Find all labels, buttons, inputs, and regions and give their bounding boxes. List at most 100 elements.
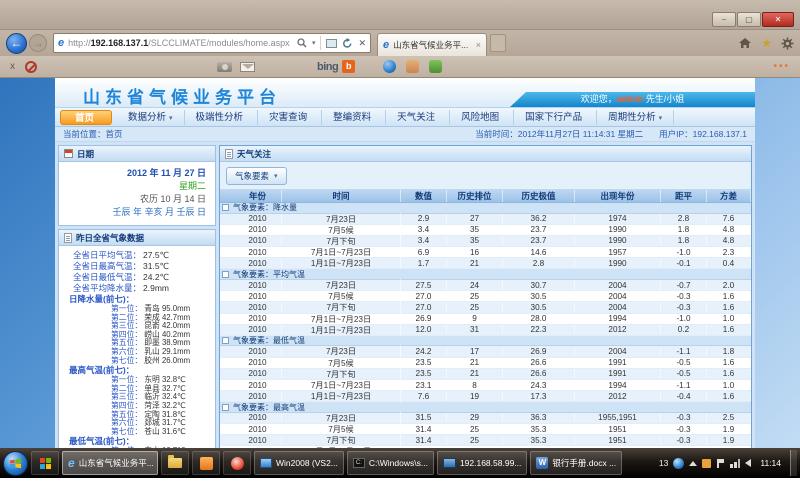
menu-item[interactable]: 整编资料	[322, 110, 386, 125]
taskbar-red-app-button[interactable]	[223, 451, 251, 475]
taskbar-orange-app-button[interactable]	[192, 451, 220, 475]
cell-history-rank: 35	[447, 225, 503, 234]
cell-anomaly: 1.8	[661, 225, 707, 234]
taskbar-explorer-button[interactable]	[161, 451, 189, 475]
menu-item[interactable]: 首页	[60, 110, 112, 125]
maximize-button[interactable]: ▢	[737, 12, 761, 27]
cell-value: 2.9	[401, 214, 447, 223]
cell-variance: 1.6	[707, 325, 751, 334]
cell-history-rank: 21	[447, 369, 503, 378]
element-select-button[interactable]: 气象要素 ▾	[226, 167, 287, 185]
column-header[interactable]: 历史排位	[447, 190, 503, 202]
tray-network-icon[interactable]	[730, 459, 740, 468]
blocked-icon[interactable]	[25, 61, 37, 73]
collapse-icon[interactable]	[222, 404, 229, 411]
new-tab-button[interactable]	[490, 34, 506, 52]
column-header[interactable]: 数值	[401, 190, 447, 202]
forward-button[interactable]: →	[29, 34, 47, 52]
menu-item[interactable]: 天气关注	[386, 110, 450, 125]
menu-item-label: 国家下行产品	[525, 112, 582, 123]
cell-time: 7月23日	[282, 412, 401, 424]
close-sidebar-icon[interactable]: x	[10, 61, 15, 72]
menu-item-label: 周期性分析	[608, 112, 656, 123]
browser-tab[interactable]: e 山东省气候业务平... ×	[377, 33, 487, 56]
list-icon	[64, 233, 72, 243]
cell-variance: 1.0	[707, 381, 751, 390]
camera-icon[interactable]	[217, 62, 232, 72]
minimize-button[interactable]: –	[712, 12, 736, 27]
column-header[interactable]: 距平	[661, 190, 707, 202]
search-icon[interactable]	[297, 38, 307, 48]
folder-icon	[168, 458, 182, 468]
menu-item[interactable]: 风险地图	[450, 110, 514, 125]
favorites-star-icon[interactable]: ★	[761, 36, 772, 50]
column-header[interactable]: 方差	[707, 190, 751, 202]
start-button[interactable]	[3, 451, 28, 476]
tray-security-icon[interactable]	[702, 459, 711, 468]
cell-time: 7月下旬	[282, 368, 401, 380]
url-host: 192.168.137.1	[91, 38, 149, 48]
tray-volume-icon[interactable]	[745, 459, 751, 467]
cell-variance: 7.6	[707, 214, 751, 223]
cell-variance: 1.9	[707, 425, 751, 434]
search-dropdown-icon[interactable]: ▾	[312, 39, 316, 47]
taskbar-window-button[interactable]: W 银行手册.docx ...	[530, 451, 622, 475]
rank-label: 第七位：	[111, 428, 142, 437]
table-group: 气象要素：平均气温 2010 7月23日	[220, 269, 751, 335]
home-icon[interactable]	[738, 37, 752, 49]
settings-gear-icon[interactable]	[781, 37, 794, 50]
tray-action-center-flag-icon[interactable]	[716, 459, 725, 468]
page-favicon: e	[58, 37, 64, 49]
cell-occurrence-year: 1951	[575, 436, 661, 445]
webcam-icon[interactable]	[383, 60, 396, 73]
date-ganzhi: 壬辰 年 辛亥 月 壬辰 日	[68, 206, 206, 219]
bing-box-icon[interactable]: b	[342, 60, 355, 73]
cell-time: 7月23日	[282, 279, 401, 291]
addon-puzzle-icon[interactable]	[429, 60, 442, 73]
taskbar-ie-window-button[interactable]: e 山东省气候业务平...	[62, 451, 158, 475]
element-button-label: 气象要素	[235, 170, 269, 182]
paint-icon[interactable]	[406, 60, 419, 73]
taskbar-window-button[interactable]: C: C:\Windows\s...	[347, 451, 434, 475]
cell-history-extreme: 24.3	[503, 381, 575, 390]
taskbar-window-button[interactable]: 192.168.58.99...	[437, 451, 527, 475]
menu-item[interactable]: 国家下行产品	[514, 110, 597, 125]
tray-show-hidden-icon[interactable]	[689, 461, 697, 466]
close-button[interactable]: ✕	[762, 12, 794, 27]
column-header[interactable]: 时间	[282, 190, 401, 202]
mail-icon[interactable]	[240, 62, 255, 72]
menu-item[interactable]: 极端性分析	[185, 110, 259, 125]
cell-history-extreme: 23.7	[503, 225, 575, 234]
province-stat-line: 全省日平均气温： 27.5℃	[65, 250, 209, 261]
refresh-icon[interactable]	[342, 38, 353, 49]
cell-anomaly: -0.3	[661, 425, 707, 434]
menu-item-label: 整编资料	[333, 112, 371, 123]
menu-item[interactable]: 数据分析▾	[117, 110, 185, 125]
cell-history-extreme: 36.3	[503, 413, 575, 422]
column-header[interactable]: 历史极值	[503, 190, 575, 202]
stop-icon[interactable]: ✕	[358, 38, 366, 49]
cell-value: 26.9	[401, 314, 447, 323]
bing-logo[interactable]: bing	[317, 61, 338, 73]
collapse-icon[interactable]	[222, 271, 229, 278]
tray-clock[interactable]: 11:14	[760, 458, 781, 468]
menu-item[interactable]: 周期性分析▾	[597, 110, 674, 125]
more-options-icon[interactable]: •••	[773, 61, 790, 72]
cell-year: 2010	[234, 225, 282, 234]
taskbar-window-button[interactable]: Win2008 (VS2...	[254, 451, 344, 475]
compatibility-view-icon[interactable]	[326, 39, 337, 48]
cell-history-extreme: 30.7	[503, 281, 575, 290]
cell-year: 2010	[234, 358, 282, 367]
tray-globe-icon[interactable]	[673, 458, 684, 469]
column-header[interactable]: 出现年份	[575, 190, 661, 202]
tab-close-icon[interactable]: ×	[476, 40, 481, 50]
show-desktop-button[interactable]	[790, 450, 797, 476]
back-button[interactable]: ←	[6, 33, 27, 54]
cell-year: 2010	[234, 347, 282, 356]
menu-item[interactable]: 灾害查询	[258, 110, 322, 125]
pinned-app-icon[interactable]	[31, 451, 59, 475]
column-header[interactable]: 年份	[234, 190, 282, 202]
collapse-icon[interactable]	[222, 337, 229, 344]
collapse-icon[interactable]	[222, 204, 229, 211]
address-bar[interactable]: e http://192.168.137.1/SLCCLIMATE/module…	[53, 33, 371, 53]
